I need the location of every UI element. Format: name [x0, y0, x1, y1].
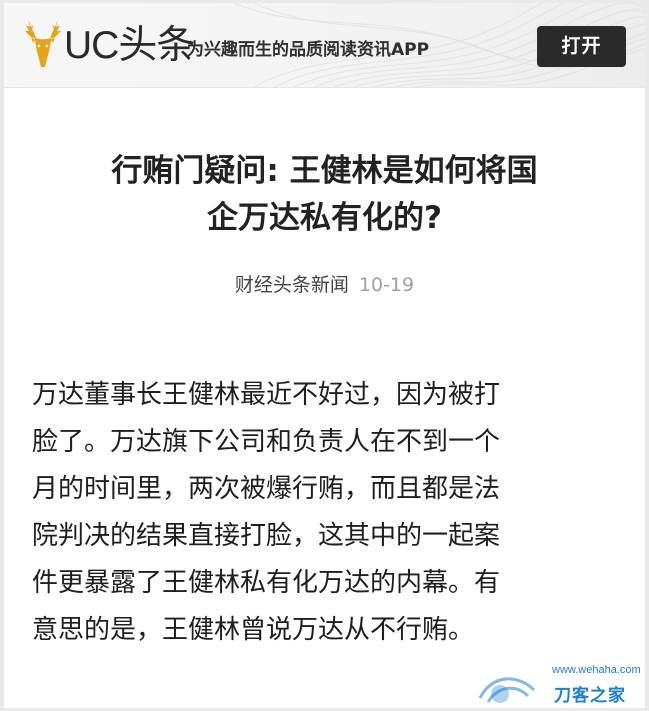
article-title-line: 行贿门疑问: 王健林是如何将国	[111, 153, 538, 189]
article-body-line: 意思的是，王健林曾说万达从不行贿。	[32, 615, 475, 645]
article-source-link[interactable]: 财经头条新闻	[235, 274, 349, 296]
open-app-button[interactable]: 打开	[537, 26, 626, 67]
article-title-line: 企万达私有化的?	[207, 200, 442, 236]
app-logo-text: UC头条	[64, 24, 195, 67]
watermark-logo-icon	[478, 677, 536, 703]
article-body-line: 件更暴露了王健林私有化万达的内幕。有	[32, 568, 501, 598]
article-body-line: 院判决的结果直接打脸，这其中的一起案	[32, 521, 501, 551]
app-promo-banner: UC头条 为兴趣而生的品质阅读资讯APP 打开	[4, 3, 645, 88]
article-body-line: 脸了。万达旗下公司和负责人在不到一个	[32, 427, 501, 457]
article-body-line: 月的时间里，两次被爆行贿，而且都是法	[32, 474, 501, 504]
article-page: UC头条 为兴趣而生的品质阅读资讯APP 打开 行贿门疑问: 王健林是如何将国 …	[4, 3, 645, 708]
app-slogan: 为兴趣而生的品质阅读资讯APP	[187, 40, 430, 60]
article-title: 行贿门疑问: 王健林是如何将国 企万达私有化的?	[4, 148, 645, 242]
article-meta: 财经头条新闻 10-19	[4, 271, 645, 299]
deer-head-icon	[22, 17, 64, 69]
article-body-line: 万达董事长王健林最近不好过，因为被打	[32, 380, 501, 410]
site-watermark: www.wehaha.com 刀客之家	[474, 664, 645, 708]
watermark-url: www.wehaha.com	[552, 664, 641, 676]
article-body: 万达董事长王健林最近不好过，因为被打 脸了。万达旗下公司和负责人在不到一个 月的…	[32, 372, 627, 654]
watermark-name: 刀客之家	[554, 686, 626, 706]
article-date: 10-19	[358, 274, 415, 296]
